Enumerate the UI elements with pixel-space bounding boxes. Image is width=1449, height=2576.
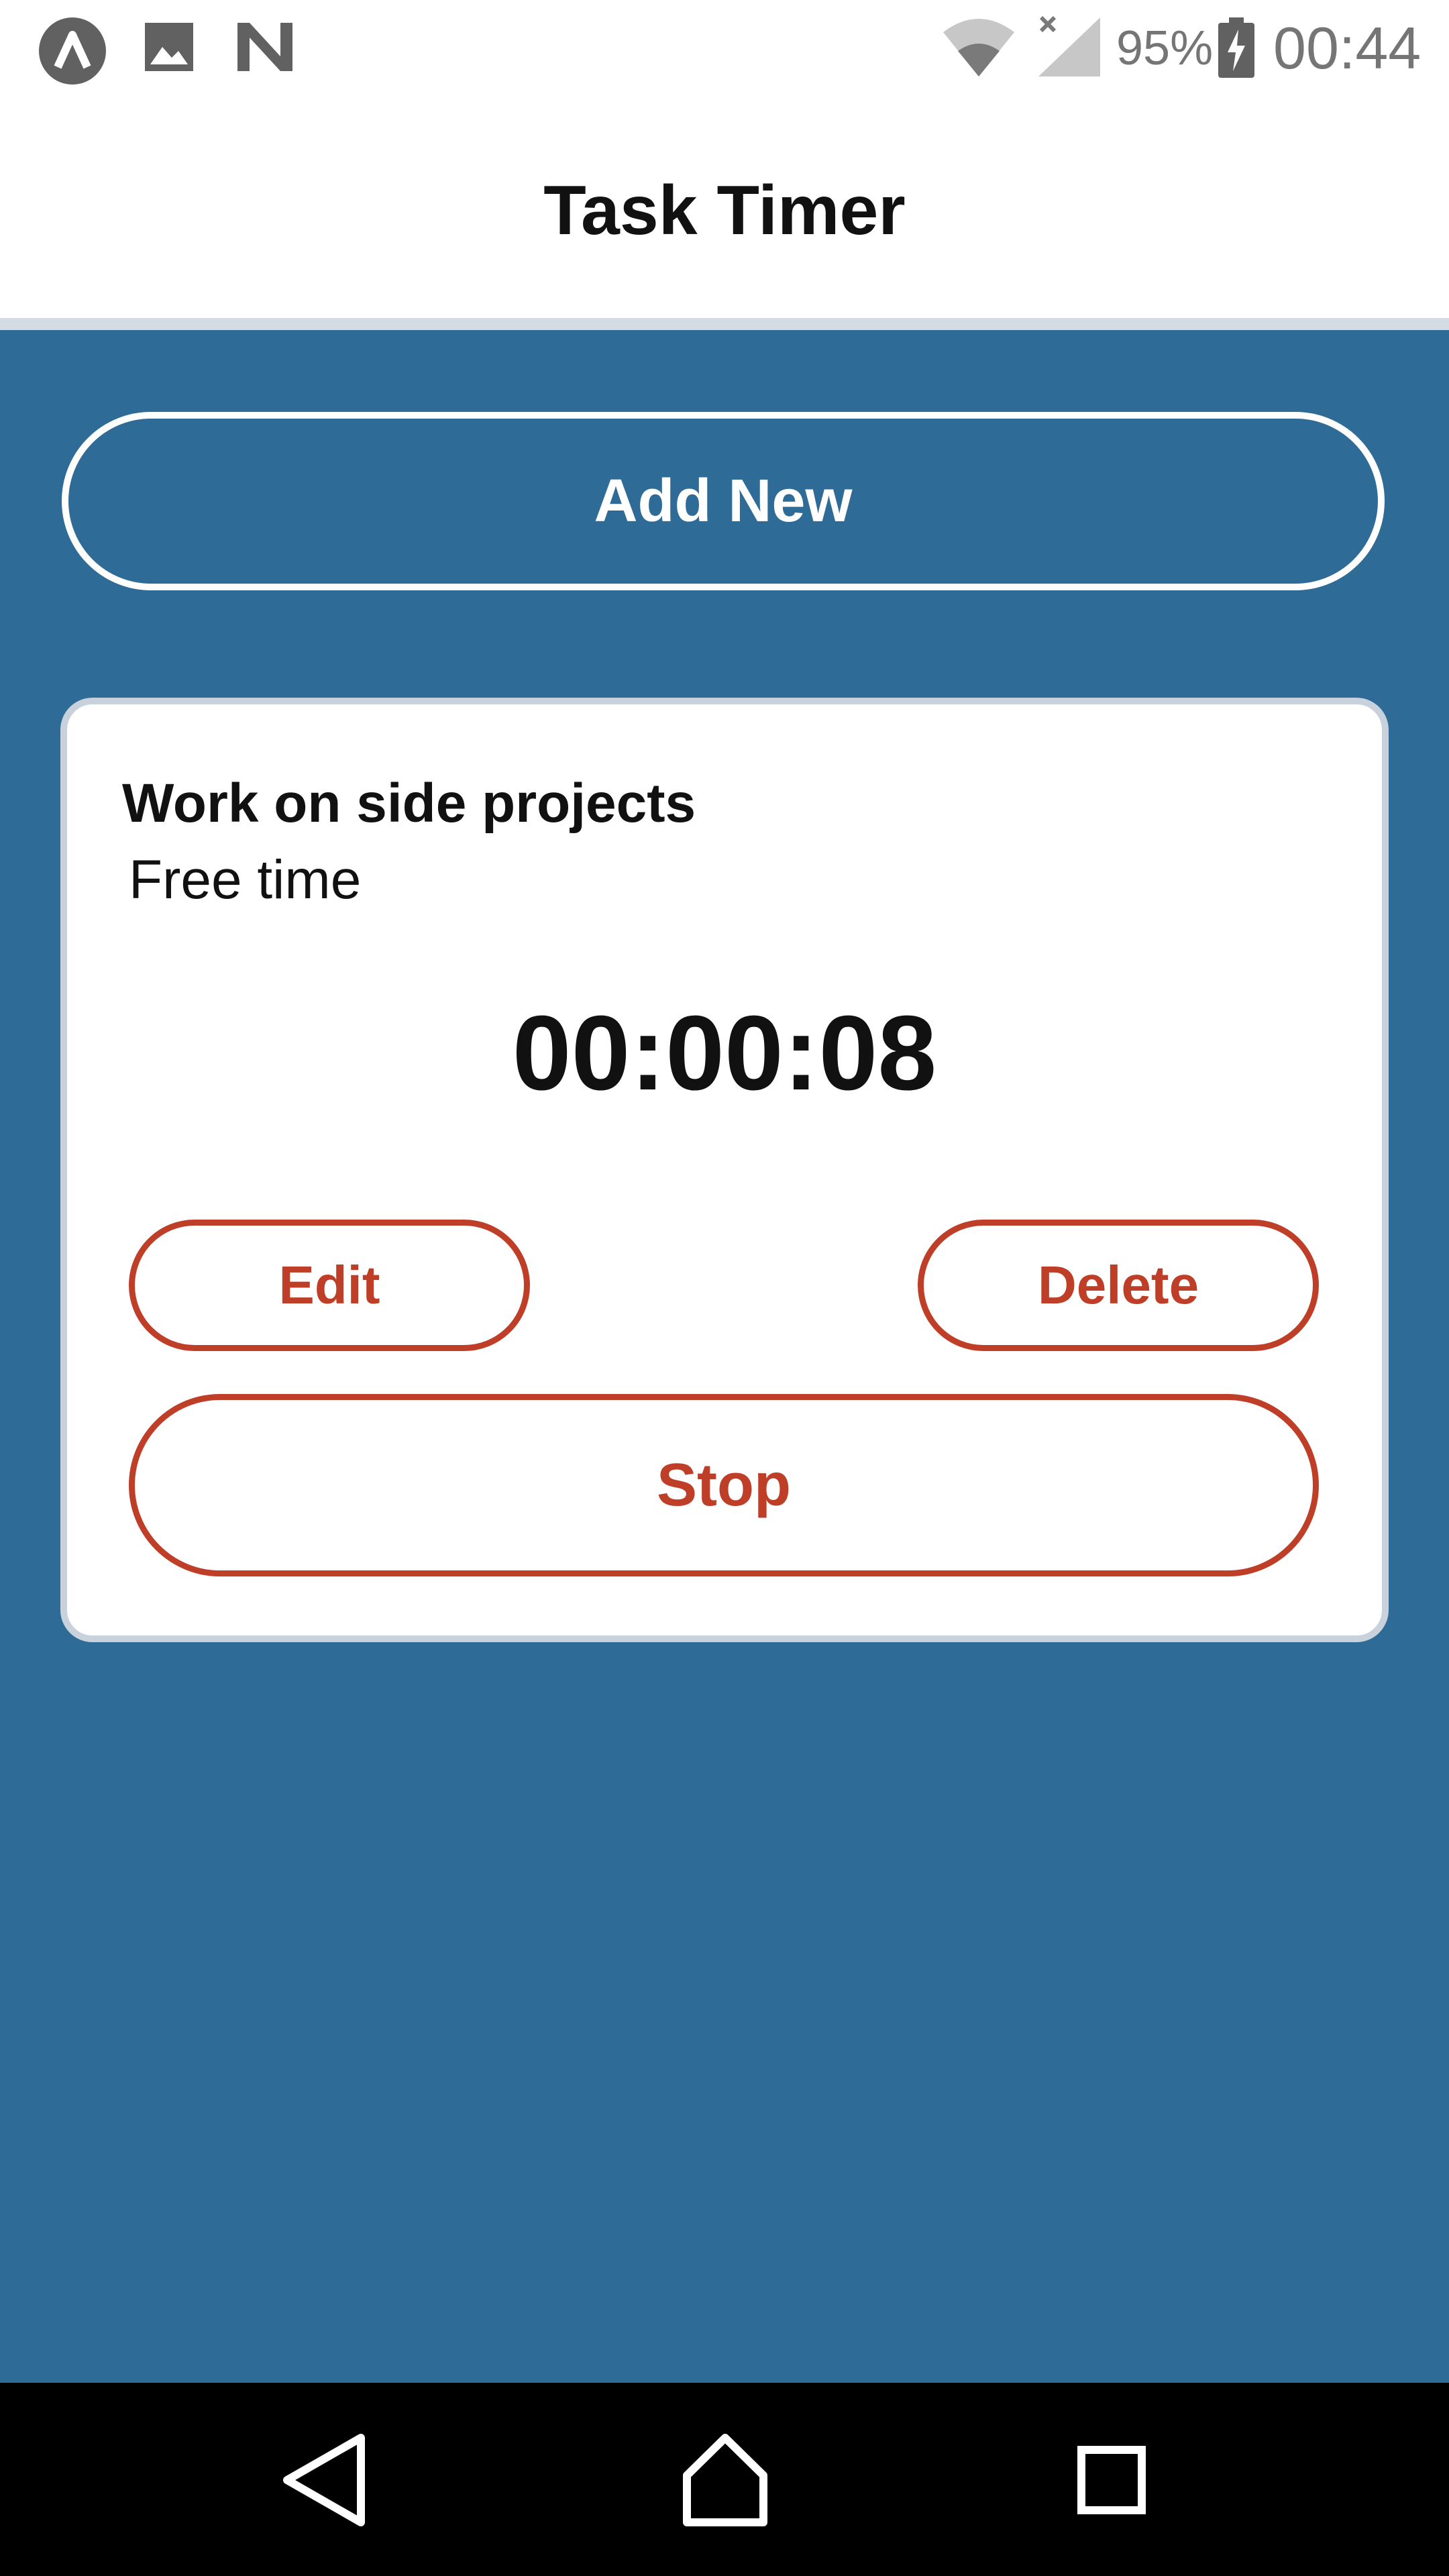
battery-percent: 95% xyxy=(1116,21,1214,75)
add-new-button[interactable]: Add New xyxy=(62,412,1385,590)
navigation-bar xyxy=(0,2383,1449,2576)
n-notification-icon xyxy=(235,20,295,77)
wifi-icon xyxy=(942,17,1016,81)
status-bar: 95% 00:44 xyxy=(0,0,1449,97)
task-category: Free time xyxy=(129,849,362,910)
task-elapsed-time: 00:00:08 xyxy=(512,994,937,1112)
battery-charging-icon xyxy=(1218,17,1254,81)
page-title: Task Timer xyxy=(543,172,906,250)
stop-button[interactable]: Stop xyxy=(129,1394,1319,1576)
signal-icon xyxy=(1037,15,1102,81)
home-icon[interactable] xyxy=(668,2423,782,2537)
app-notification-icon xyxy=(38,16,107,89)
header-divider xyxy=(0,318,1449,330)
recents-icon[interactable] xyxy=(1055,2423,1169,2537)
image-notification-icon xyxy=(142,20,196,77)
edit-button[interactable]: Edit xyxy=(129,1220,530,1351)
back-icon[interactable] xyxy=(267,2423,381,2537)
delete-button[interactable]: Delete xyxy=(918,1220,1319,1351)
app-header: Task Timer xyxy=(0,97,1449,318)
task-name: Work on side projects xyxy=(122,773,696,834)
status-time: 00:44 xyxy=(1273,15,1421,81)
